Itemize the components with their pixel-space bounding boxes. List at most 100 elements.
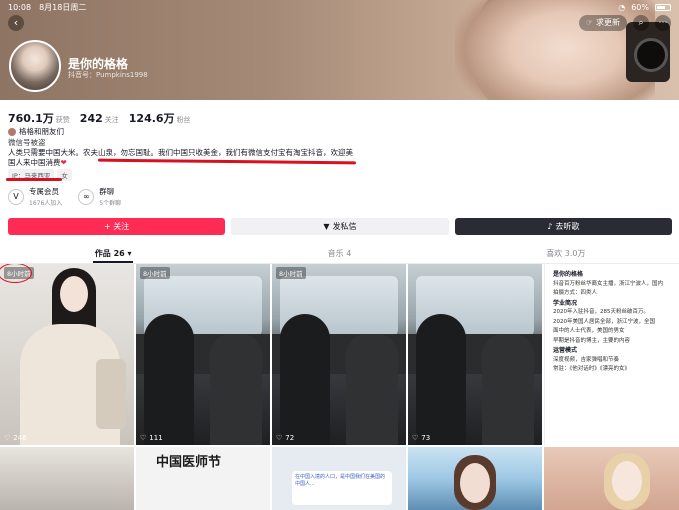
status-time: 10:08: [8, 2, 32, 12]
video-likes-count: 72: [285, 434, 295, 442]
video-likes-count: 73: [421, 434, 431, 442]
content-tabs: 作品 26 ▾ 音乐 4 喜欢 3.0万: [0, 245, 679, 263]
friend-avatar-icon: [8, 127, 16, 136]
service-group-chat[interactable]: ∞ 群聊 5个群聊: [78, 186, 121, 207]
doc-heading: 学业简况: [553, 299, 578, 307]
heart-outline-icon: ♡: [4, 434, 11, 442]
video-time-badge: 8小时前: [276, 267, 306, 279]
status-battery-text: 60%: [631, 2, 649, 12]
stat-following-num: 242: [79, 112, 103, 125]
video-likes: ♡ 72: [276, 434, 294, 442]
search-icon: ⌕: [638, 18, 644, 28]
annotation-underline-ip: [6, 178, 62, 181]
heart-icon: ❤: [60, 158, 67, 167]
status-date: 8月18日周二: [39, 2, 87, 12]
video-thumbnail[interactable]: [0, 447, 134, 510]
status-bar: 10:08 8月18日周二 ◔ 60%: [0, 0, 679, 14]
doc-heading: 运营模式: [553, 347, 578, 354]
tab-works[interactable]: 作品 26 ▾: [0, 245, 226, 263]
profile-services: V 专属会员 1676人加入 ∞ 群聊 5个群聊: [8, 186, 121, 207]
membership-title: 专属会员: [29, 187, 59, 196]
video-thumbnail[interactable]: 8小时前 ♡ 72: [272, 264, 406, 445]
action-row: + 关注 ▼ 发私信 ♪ 去听歌: [8, 218, 672, 235]
stat-followers[interactable]: 124.6万 粉丝: [129, 107, 191, 126]
video-likes: ♡ 111: [140, 434, 163, 442]
video-thumbnail[interactable]: 8小时前 ♡ 111: [136, 264, 270, 445]
doc-line: 常驻：《他对话时》《漂亮的女》: [553, 366, 631, 372]
heart-outline-icon: ♡: [276, 434, 283, 442]
video-thumbnail[interactable]: 中国医师节: [136, 447, 270, 510]
group-chat-icon: ∞: [78, 188, 95, 205]
video-thumbnail-document[interactable]: 是你的格格 抖音百万粉丝华裔女主播，浙江宁波人，国内 拍摄方式：四类人 学业简况…: [544, 264, 679, 445]
stat-likes[interactable]: 760.1万 获赞: [8, 107, 70, 126]
thumb-face: [460, 463, 490, 503]
bio-line-3: 国人来中国消费❤: [8, 157, 67, 168]
chevron-left-icon: ‹: [13, 16, 19, 29]
thumb-seat: [210, 334, 262, 445]
video-thumbnail[interactable]: 8小时前 ♡ 246: [0, 264, 134, 445]
video-thumbnail[interactable]: ♡ 73: [408, 264, 542, 445]
bio-line-3-text: 国人来中国消费: [8, 158, 61, 167]
top-actions: ☞ 求更新 ⌕ ⋯: [578, 15, 671, 31]
request-update-button[interactable]: ☞ 求更新: [578, 15, 627, 31]
more-button[interactable]: ⋯: [655, 15, 671, 31]
request-update-label: 求更新: [596, 18, 620, 27]
video-thumbnail[interactable]: [544, 447, 679, 510]
membership-icon: V: [8, 188, 24, 205]
message-label: 发私信: [332, 222, 357, 231]
group-chat-sub: 5个群聊: [99, 200, 122, 207]
follow-button[interactable]: + 关注: [8, 218, 226, 235]
wifi-icon: ◔: [618, 2, 626, 12]
video-thumbnail[interactable]: [408, 447, 542, 510]
doc-line: 拍摄方式：四类人: [553, 290, 598, 296]
send-icon: ▼: [323, 222, 330, 231]
tab-likes[interactable]: 喜欢 3.0万: [453, 245, 679, 263]
thumb-vase: [96, 359, 126, 429]
more-icon: ⋯: [658, 18, 668, 28]
douyin-id[interactable]: 抖音号：Pumpkins1998: [68, 70, 148, 80]
doc-line: 深度视频，吉家弹唱和节奏: [553, 356, 620, 363]
message-button[interactable]: ▼ 发私信: [231, 218, 449, 235]
thumb-person: [416, 314, 466, 445]
membership-sub: 1676人加入: [29, 200, 63, 207]
stat-likes-num: 760.1万: [8, 112, 54, 125]
friends-badge[interactable]: 格格和朋友们: [8, 126, 64, 137]
thumb-person: [144, 314, 194, 445]
tab-music[interactable]: 音乐 4: [226, 245, 452, 263]
video-likes-count: 111: [149, 434, 163, 442]
listen-music-label: 去听歌: [555, 222, 580, 231]
stat-likes-label: 获赞: [55, 116, 70, 124]
banner-camera: [626, 22, 670, 82]
doc-line: 2020年美国人居民全部，浙江宁波，全国: [553, 318, 655, 325]
annotation-underline: [97, 158, 357, 165]
video-likes-count: 246: [13, 434, 27, 442]
doc-line: 早期是抖音的博主，主要的内容: [553, 337, 631, 344]
doc-line: 2020年入驻抖音，285天粉丝破百万。: [553, 309, 649, 315]
annotation-circle: [0, 264, 32, 283]
video-likes: ♡ 73: [412, 434, 430, 442]
search-button[interactable]: ⌕: [633, 15, 649, 31]
doc-line: 面中的人士代表，美国的男女: [553, 328, 625, 334]
listen-music-button[interactable]: ♪ 去听歌: [454, 218, 672, 235]
thumb-face: [60, 276, 88, 312]
thumb-title-text: 中国医师节: [156, 455, 222, 470]
video-grid: 8小时前 ♡ 246 8小时前 ♡ 111 8小时前 ♡ 72 ♡ 73 是你的…: [0, 264, 679, 510]
stat-following-label: 关注: [104, 116, 119, 124]
video-thumbnail[interactable]: 在中国入境的人口，是中国我们在美国的中国人...: [272, 447, 406, 510]
hand-point-icon: ☞: [585, 18, 593, 27]
back-button[interactable]: ‹: [8, 15, 24, 31]
profile-banner: [0, 0, 679, 100]
service-membership[interactable]: V 专属会员 1676人加入: [8, 186, 62, 207]
avatar[interactable]: [9, 40, 61, 92]
doc-title: 是你的格格: [553, 271, 584, 278]
video-likes: ♡ 246: [4, 434, 27, 442]
heart-outline-icon: ♡: [140, 434, 147, 442]
doc-line: 抖音百万粉丝华裔女主播，浙江宁波人，国内: [553, 280, 664, 287]
battery-icon: [655, 3, 671, 11]
thumb-seat: [482, 334, 534, 445]
thumb-seat: [346, 334, 398, 445]
stat-following[interactable]: 242 关注: [80, 107, 119, 126]
status-right: ◔ 60%: [618, 3, 671, 12]
profile-stats: 760.1万 获赞 242 关注 124.6万 粉丝: [8, 107, 191, 126]
friends-badge-label: 格格和朋友们: [19, 127, 64, 136]
